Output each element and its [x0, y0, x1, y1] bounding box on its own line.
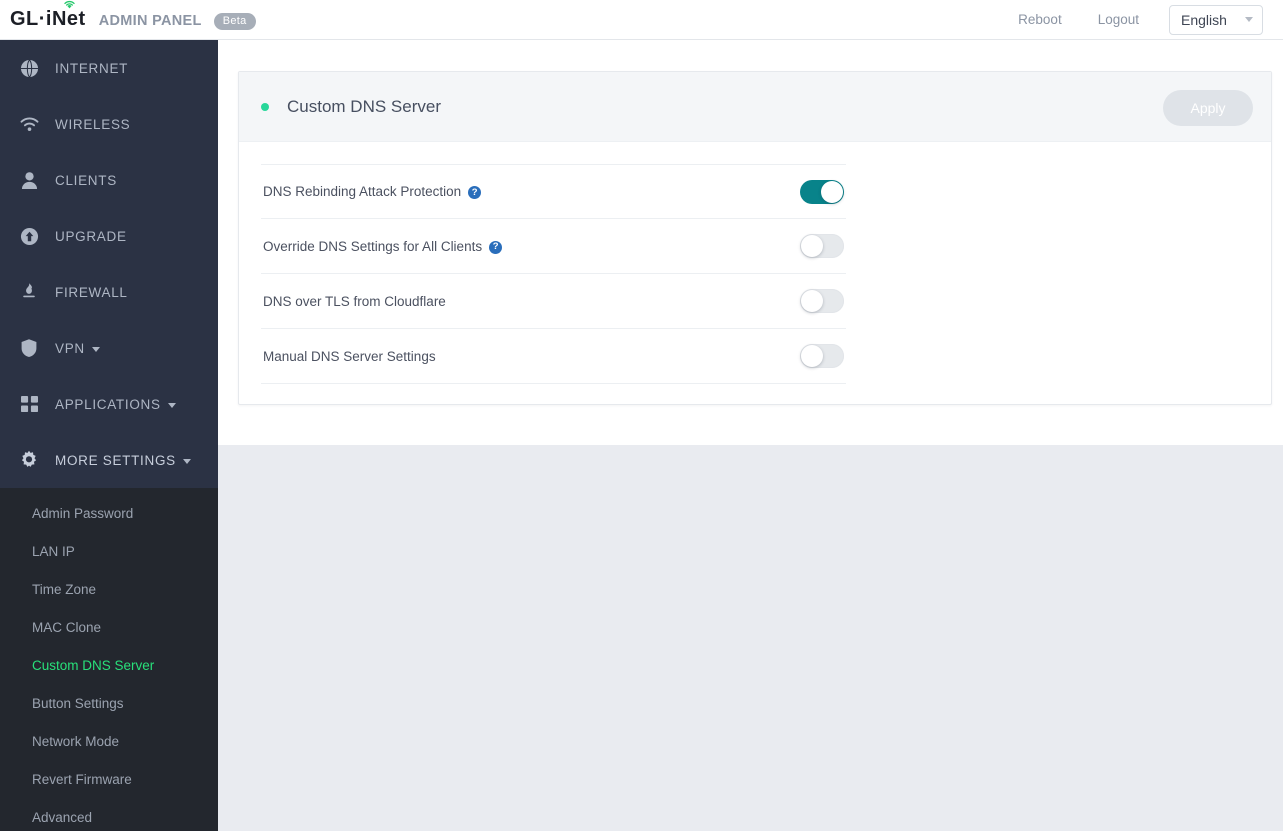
- toggle-knob: [821, 180, 843, 203]
- language-select[interactable]: English: [1169, 4, 1263, 35]
- sidebar-subitem-label: Admin Password: [32, 505, 134, 521]
- sidebar-subitem-revert-firmware[interactable]: Revert Firmware: [0, 760, 218, 798]
- admin-panel-label: ADMIN PANEL Beta: [98, 12, 256, 31]
- sidebar-subitem-label: Custom DNS Server: [32, 657, 155, 673]
- setting-label: DNS over TLS from Cloudflare: [263, 294, 446, 309]
- setting-label-text: DNS over TLS from Cloudflare: [263, 293, 446, 309]
- setting-label: DNS Rebinding Attack Protection ?: [263, 184, 482, 199]
- admin-panel-text: ADMIN PANEL: [98, 12, 202, 29]
- sidebar-submenu-more-settings: Admin Password LAN IP Time Zone MAC Clon…: [0, 488, 218, 831]
- sidebar-item-applications[interactable]: APPLICATIONS: [0, 376, 218, 432]
- reboot-button[interactable]: Reboot: [1000, 12, 1080, 27]
- status-dot-icon: [261, 102, 269, 111]
- page-title: Custom DNS Server: [287, 96, 441, 116]
- chevron-down-icon: [91, 346, 100, 352]
- sidebar-item-vpn[interactable]: VPN: [0, 320, 218, 376]
- sidebar-nav: INTERNET WIRELESS CLIENTS UPGRADE FIREWA: [0, 40, 218, 488]
- chevron-down-icon: [182, 458, 191, 464]
- sidebar-item-label: INTERNET: [55, 60, 129, 76]
- sidebar-subitem-label: Button Settings: [32, 695, 124, 711]
- sidebar-item-label: APPLICATIONS: [55, 396, 161, 412]
- sidebar-subitem-admin-password[interactable]: Admin Password: [0, 494, 218, 532]
- beta-badge: Beta: [213, 12, 256, 30]
- sidebar-subitem-lan-ip[interactable]: LAN IP: [0, 532, 218, 570]
- sidebar-item-more-settings[interactable]: MORE SETTINGS: [0, 432, 218, 488]
- sidebar-item-label: WIRELESS: [55, 116, 131, 132]
- toggle-knob: [801, 290, 823, 312]
- setting-label: Override DNS Settings for All Clients ?: [263, 238, 503, 254]
- logout-button[interactable]: Logout: [1080, 12, 1157, 27]
- wifi-icon: [17, 113, 41, 135]
- sidebar-subitem-label: Revert Firmware: [32, 771, 132, 787]
- grid-icon: [17, 393, 41, 415]
- card-header: Custom DNS Server Apply: [239, 72, 1271, 142]
- sidebar-subitem-time-zone[interactable]: Time Zone: [0, 570, 218, 608]
- setting-label-text: Manual DNS Server Settings: [263, 348, 436, 364]
- toggle-dns-rebinding[interactable]: [800, 179, 844, 204]
- sidebar-item-clients[interactable]: CLIENTS: [0, 152, 218, 208]
- sidebar-subitem-label: MAC Clone: [32, 619, 102, 635]
- brand: GL·iNet ADMIN PANEL Beta: [0, 0, 256, 31]
- sidebar-item-label: FIREWALL: [55, 284, 128, 300]
- sidebar-item-internet[interactable]: INTERNET: [0, 40, 218, 96]
- custom-dns-server-card: Custom DNS Server Apply DNS Rebinding At…: [238, 71, 1272, 405]
- setting-label-text: DNS Rebinding Attack Protection: [263, 184, 462, 199]
- help-icon[interactable]: ?: [489, 240, 503, 254]
- shield-icon: [17, 337, 41, 359]
- toggle-manual-dns[interactable]: [800, 344, 844, 368]
- sidebar-subitem-custom-dns-server[interactable]: Custom DNS Server: [0, 646, 218, 684]
- globe-icon: [17, 57, 41, 79]
- toggle-override-dns[interactable]: [800, 234, 844, 258]
- setting-row-dns-rebinding: DNS Rebinding Attack Protection ?: [261, 164, 846, 219]
- sidebar: INTERNET WIRELESS CLIENTS UPGRADE FIREWA: [0, 40, 218, 831]
- user-icon: [17, 169, 41, 191]
- settings-list: DNS Rebinding Attack Protection ? Overri…: [261, 164, 846, 384]
- gear-icon: [17, 449, 41, 471]
- upload-circle-icon: [17, 225, 41, 247]
- sidebar-subitem-advanced[interactable]: Advanced: [0, 798, 218, 831]
- sidebar-subitem-mac-clone[interactable]: MAC Clone: [0, 608, 218, 646]
- sidebar-item-label: UPGRADE: [55, 228, 127, 244]
- chevron-down-icon: [1245, 17, 1253, 22]
- top-bar: GL·iNet ADMIN PANEL Beta Reboot Logout E…: [0, 0, 1283, 40]
- setting-row-dns-over-tls: DNS over TLS from Cloudflare: [261, 274, 846, 329]
- logo-text: GL·iNet: [10, 7, 86, 30]
- flame-icon: [17, 281, 41, 303]
- sidebar-subitem-label: Network Mode: [32, 733, 120, 749]
- wifi-icon: [64, 0, 75, 8]
- chevron-down-icon: [167, 402, 176, 408]
- sidebar-item-firewall[interactable]: FIREWALL: [0, 264, 218, 320]
- apply-button[interactable]: Apply: [1163, 90, 1253, 126]
- setting-label-text: Override DNS Settings for All Clients: [263, 238, 483, 254]
- toggle-knob: [801, 345, 823, 367]
- main-content: Custom DNS Server Apply DNS Rebinding At…: [218, 40, 1283, 472]
- logo: GL·iNet: [10, 0, 86, 30]
- toggle-dns-over-tls[interactable]: [800, 289, 844, 313]
- page-background: [218, 445, 1283, 831]
- sidebar-item-label: MORE SETTINGS: [55, 452, 176, 468]
- sidebar-subitem-label: Advanced: [32, 809, 93, 825]
- sidebar-subitem-label: LAN IP: [32, 543, 75, 559]
- setting-row-override-dns: Override DNS Settings for All Clients ?: [261, 219, 846, 274]
- help-icon[interactable]: ?: [468, 186, 482, 199]
- sidebar-item-label: VPN: [55, 340, 85, 356]
- sidebar-subitem-network-mode[interactable]: Network Mode: [0, 722, 218, 760]
- sidebar-item-upgrade[interactable]: UPGRADE: [0, 208, 218, 264]
- setting-row-manual-dns: Manual DNS Server Settings: [261, 329, 846, 384]
- toggle-knob: [801, 235, 823, 257]
- sidebar-subitem-button-settings[interactable]: Button Settings: [0, 684, 218, 722]
- sidebar-item-label: CLIENTS: [55, 172, 117, 188]
- language-value: English: [1181, 11, 1227, 28]
- sidebar-subitem-label: Time Zone: [32, 581, 97, 597]
- sidebar-item-wireless[interactable]: WIRELESS: [0, 96, 218, 152]
- setting-label: Manual DNS Server Settings: [263, 349, 436, 364]
- top-bar-actions: Reboot Logout English: [1000, 4, 1283, 35]
- card-body: DNS Rebinding Attack Protection ? Overri…: [239, 142, 1271, 404]
